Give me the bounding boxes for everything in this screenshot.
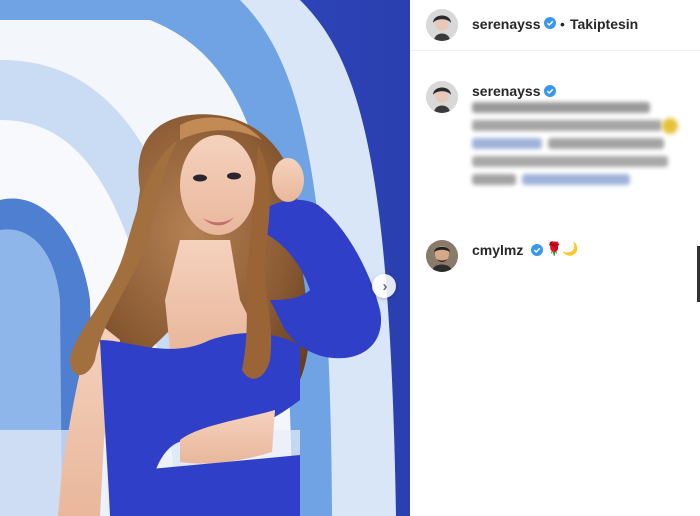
verified-badge-icon xyxy=(544,85,556,97)
post-header: serenayss • Takiptesin xyxy=(410,0,700,51)
chevron-right-icon: › xyxy=(382,277,388,295)
commenter-username[interactable]: cmylmz xyxy=(472,242,523,258)
follow-status-button[interactable]: Takiptesin xyxy=(570,16,638,32)
post-photo[interactable]: › xyxy=(0,0,410,516)
verified-badge-icon xyxy=(531,244,543,256)
verified-badge-icon xyxy=(544,17,556,29)
author-avatar[interactable] xyxy=(426,9,458,41)
next-photo-button[interactable]: › xyxy=(372,274,396,298)
avatar-image xyxy=(426,9,458,41)
caption-username[interactable]: serenayss xyxy=(472,83,541,99)
author-username[interactable]: serenayss xyxy=(472,16,541,32)
comment-emojis: 🌹🌙 xyxy=(546,241,579,256)
caption-author-avatar[interactable] xyxy=(426,81,458,113)
photo-illustration xyxy=(0,0,410,516)
post-sidebar: serenayss • Takiptesin serenayss cmylmz … xyxy=(410,0,700,516)
commenter-avatar[interactable] xyxy=(426,240,458,272)
avatar-image xyxy=(426,81,458,113)
avatar-image xyxy=(426,240,458,272)
header-separator: • xyxy=(560,16,565,32)
